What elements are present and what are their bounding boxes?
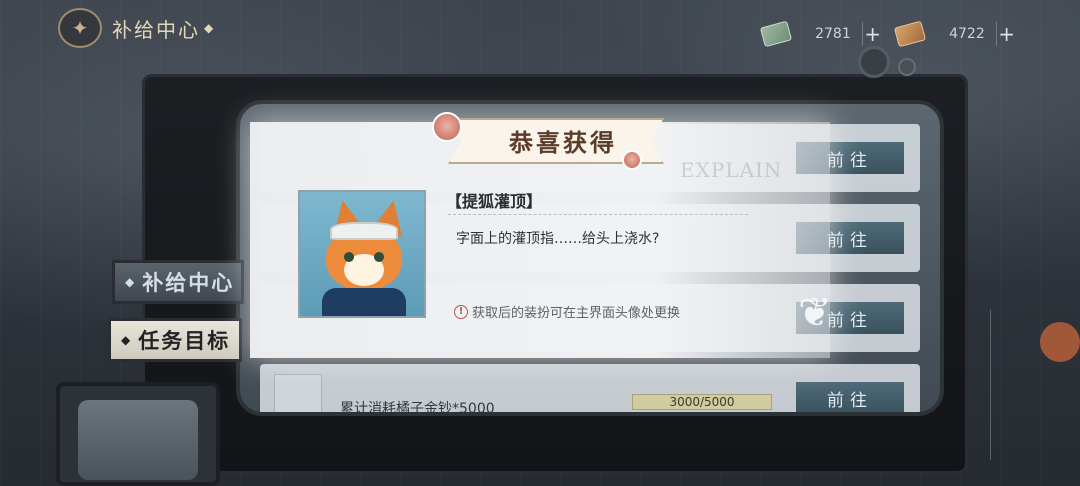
fox-avatar-icon <box>298 190 426 318</box>
tv-knob-icon <box>858 46 890 78</box>
note-text: 获取后的装扮可在主界面头像处更换 <box>472 306 681 321</box>
ticket-value: 4722 <box>949 26 985 42</box>
currency-cash: 2781 + <box>759 20 882 48</box>
cash-icon <box>759 20 792 48</box>
decor-dot <box>1040 322 1080 362</box>
ticket-icon <box>893 20 926 48</box>
fox-eye <box>374 252 384 262</box>
currency-ticket: 4722 + <box>893 20 1016 48</box>
warning-icon: ! <box>454 304 468 319</box>
task-thumbnail <box>274 374 322 412</box>
small-tv-screen <box>78 400 198 480</box>
popup-watermark: EXPLAIN <box>680 158 783 182</box>
task-description: 累计消耗橘子金钞*5000 <box>340 401 495 416</box>
diamond-icon: ◆ <box>204 21 214 35</box>
banner-title: 恭喜获得 <box>509 128 617 157</box>
task-progress: 3000/5000 <box>632 394 772 410</box>
tv-knob-small-icon <box>898 58 916 76</box>
go-button[interactable]: 前往 <box>796 382 904 412</box>
small-tv-decor <box>56 382 220 486</box>
reward-note: ! 获取后的装扮可在主界面头像处更换 <box>454 302 680 321</box>
fox-eye <box>344 252 354 262</box>
tab-label: 补给中心 <box>142 270 235 295</box>
reward-banner: 恭喜获得 <box>432 112 670 170</box>
header: ✦ 补给中心 ◆ <box>58 8 248 48</box>
decor-ruler <box>990 310 991 460</box>
fox-body <box>322 288 406 316</box>
tab-task-goals[interactable]: ◆ 任务目标 <box>108 318 242 362</box>
tab-supply-center[interactable]: ◆ 补给中心 <box>112 260 244 304</box>
diamond-icon: ◆ <box>125 275 137 289</box>
add-ticket-button[interactable]: + <box>996 22 1016 46</box>
reward-description: 字面上的灌顶指……给头上浇水? <box>456 231 660 247</box>
rose-icon <box>432 112 462 142</box>
list-item: 累计消耗橘子金钞*5000 3000/5000 前往 <box>260 364 920 416</box>
cash-value: 2781 <box>815 26 851 42</box>
page-title: 补给中心 <box>112 17 200 42</box>
butterfly-icon: ❦ <box>798 290 832 336</box>
butterfly-emblem-icon: ✦ <box>58 8 102 48</box>
reward-name: 【提狐灌顶】 <box>446 192 543 211</box>
fox-hat <box>330 222 398 240</box>
tab-label: 任务目标 <box>138 328 231 353</box>
divider <box>448 214 748 215</box>
add-cash-button[interactable]: + <box>862 22 882 46</box>
diamond-icon: ◆ <box>121 333 133 347</box>
